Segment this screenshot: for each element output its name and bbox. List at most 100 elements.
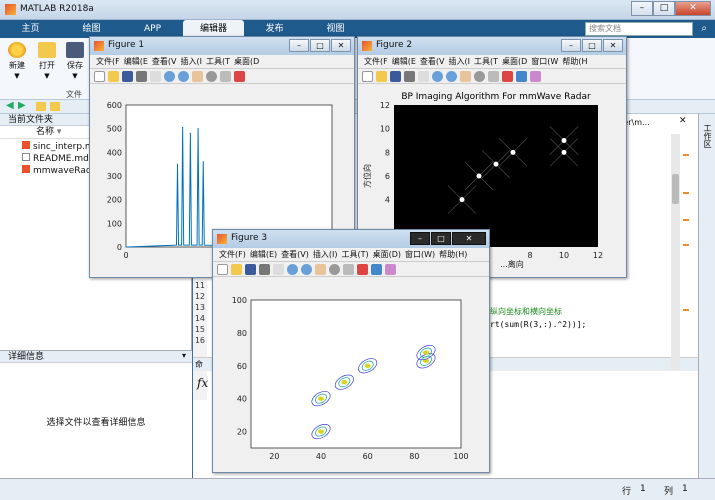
- colorbar-icon[interactable]: [516, 70, 527, 82]
- browse-icon[interactable]: [50, 102, 60, 111]
- figure-3-title-bar[interactable]: Figure 3 – □ ✕: [213, 230, 489, 248]
- menu-file[interactable]: 文件(F: [96, 57, 120, 66]
- menu-edit[interactable]: 编辑(E: [392, 57, 416, 66]
- menu-insert[interactable]: 插入(I): [313, 250, 338, 259]
- open-icon[interactable]: [108, 70, 119, 82]
- zoom-out-icon[interactable]: [301, 263, 312, 275]
- y-tick-label: 500: [107, 125, 122, 134]
- pan-icon[interactable]: [315, 263, 326, 275]
- print-icon[interactable]: [136, 70, 147, 82]
- menu-desktop[interactable]: 桌面(D: [234, 57, 259, 66]
- pointer-icon[interactable]: [418, 70, 429, 82]
- menu-insert[interactable]: 插入(I: [181, 57, 202, 66]
- brush-icon[interactable]: [357, 263, 368, 275]
- minimize-button[interactable]: –: [631, 1, 653, 16]
- new-label: 新建: [9, 61, 25, 70]
- tab-home[interactable]: 主页: [0, 20, 61, 38]
- figure-3-plot[interactable]: 20 40 60 80 100 20 40 60 80 100: [213, 278, 489, 472]
- minimize-button[interactable]: –: [410, 232, 430, 245]
- close-editor-icon[interactable]: ✕: [679, 116, 687, 126]
- close-button[interactable]: ✕: [675, 1, 711, 16]
- back-icon[interactable]: ◀: [6, 100, 14, 111]
- pointer-icon[interactable]: [150, 70, 161, 82]
- new-figure-icon[interactable]: [94, 70, 105, 82]
- brush-icon[interactable]: [234, 70, 245, 82]
- close-button[interactable]: ✕: [603, 39, 623, 52]
- data-cursor-icon[interactable]: [343, 263, 354, 275]
- name-column-header[interactable]: 名称: [36, 127, 54, 137]
- pointer-icon[interactable]: [273, 263, 284, 275]
- open-button[interactable]: 打开 ▼: [38, 42, 56, 80]
- menu-help[interactable]: 帮助(H: [562, 57, 587, 66]
- maximize-button[interactable]: □: [431, 232, 451, 245]
- menu-desktop[interactable]: 桌面(D): [373, 250, 401, 259]
- new-button[interactable]: 新建 ▼: [8, 42, 26, 80]
- menu-file[interactable]: 文件(F: [364, 57, 388, 66]
- save-button[interactable]: 保存 ▼: [66, 42, 84, 80]
- menu-desktop[interactable]: 桌面(D: [502, 57, 527, 66]
- rotate-icon[interactable]: [329, 263, 340, 275]
- menu-tools[interactable]: 工具(T: [474, 57, 498, 66]
- open-icon[interactable]: [376, 70, 387, 82]
- details-panel: 详细信息 ▾ 选择文件以查看详细信息: [0, 350, 192, 478]
- rotate-icon[interactable]: [206, 70, 217, 82]
- figure-1-title-bar[interactable]: Figure 1 – □ ✕: [90, 37, 354, 55]
- legend-icon[interactable]: [385, 263, 396, 275]
- maximize-button[interactable]: □: [310, 39, 330, 52]
- matlab-figure-icon: [217, 234, 227, 244]
- x-tick-label: 0: [123, 251, 128, 260]
- forward-icon[interactable]: ▶: [18, 100, 26, 111]
- editor-scrollbar[interactable]: [671, 134, 680, 370]
- minimize-button[interactable]: –: [289, 39, 309, 52]
- save-icon[interactable]: [390, 70, 401, 82]
- print-icon[interactable]: [404, 70, 415, 82]
- menu-tools[interactable]: 工具(T): [341, 250, 368, 259]
- menu-edit[interactable]: 编辑(E): [250, 250, 277, 259]
- fx-prompt[interactable]: fx: [197, 376, 208, 390]
- save-icon[interactable]: [122, 70, 133, 82]
- search-input[interactable]: 搜索文档: [585, 22, 693, 36]
- close-button[interactable]: ✕: [452, 232, 486, 245]
- menu-file[interactable]: 文件(F): [219, 250, 246, 259]
- menu-edit[interactable]: 编辑(E: [124, 57, 148, 66]
- rotate-icon[interactable]: [474, 70, 485, 82]
- close-button[interactable]: ✕: [331, 39, 351, 52]
- new-figure-icon[interactable]: [217, 263, 228, 275]
- menu-view[interactable]: 查看(V: [420, 57, 445, 66]
- workspace-strip[interactable]: 工作区: [698, 114, 715, 478]
- menu-window[interactable]: 窗口(W: [531, 57, 558, 66]
- save-icon[interactable]: [245, 263, 256, 275]
- zoom-in-icon[interactable]: [164, 70, 175, 82]
- data-cursor-icon[interactable]: [488, 70, 499, 82]
- figure-3-window[interactable]: Figure 3 – □ ✕ 文件(F) 编辑(E) 查看(V) 插入(I) 工具(T) 桌面…: [212, 229, 490, 473]
- collapse-icon[interactable]: ▾: [182, 351, 186, 360]
- brush-icon[interactable]: [502, 70, 513, 82]
- colorbar-icon[interactable]: [371, 263, 382, 275]
- menu-view[interactable]: 查看(V): [281, 250, 309, 259]
- minimize-button[interactable]: –: [561, 39, 581, 52]
- pan-icon[interactable]: [192, 70, 203, 82]
- folder-up-icon[interactable]: [36, 102, 46, 111]
- zoom-out-icon[interactable]: [178, 70, 189, 82]
- data-cursor-icon[interactable]: [220, 70, 231, 82]
- zoom-out-icon[interactable]: [446, 70, 457, 82]
- open-icon[interactable]: [231, 263, 242, 275]
- code-line[interactable]: rt(sum(R(3,:).^2))];: [490, 320, 586, 329]
- search-icon[interactable]: ⌕: [701, 23, 707, 34]
- menu-help[interactable]: 帮助(H): [439, 250, 467, 259]
- maximize-button[interactable]: □: [582, 39, 602, 52]
- print-icon[interactable]: [259, 263, 270, 275]
- new-figure-icon[interactable]: [362, 70, 373, 82]
- pan-icon[interactable]: [460, 70, 471, 82]
- menu-insert[interactable]: 插入(I: [449, 57, 470, 66]
- zoom-in-icon[interactable]: [432, 70, 443, 82]
- maximize-button[interactable]: □: [653, 1, 675, 16]
- legend-icon[interactable]: [530, 70, 541, 82]
- zoom-in-icon[interactable]: [287, 263, 298, 275]
- menu-window[interactable]: 窗口(W): [405, 250, 435, 259]
- m-file-icon: [22, 165, 30, 173]
- code-comment[interactable]: 纵向坐标和横向坐标: [490, 306, 562, 317]
- menu-tools[interactable]: 工具(T: [206, 57, 230, 66]
- figure-2-title-bar[interactable]: Figure 2 – □ ✕: [358, 37, 626, 55]
- menu-view[interactable]: 查看(V: [152, 57, 177, 66]
